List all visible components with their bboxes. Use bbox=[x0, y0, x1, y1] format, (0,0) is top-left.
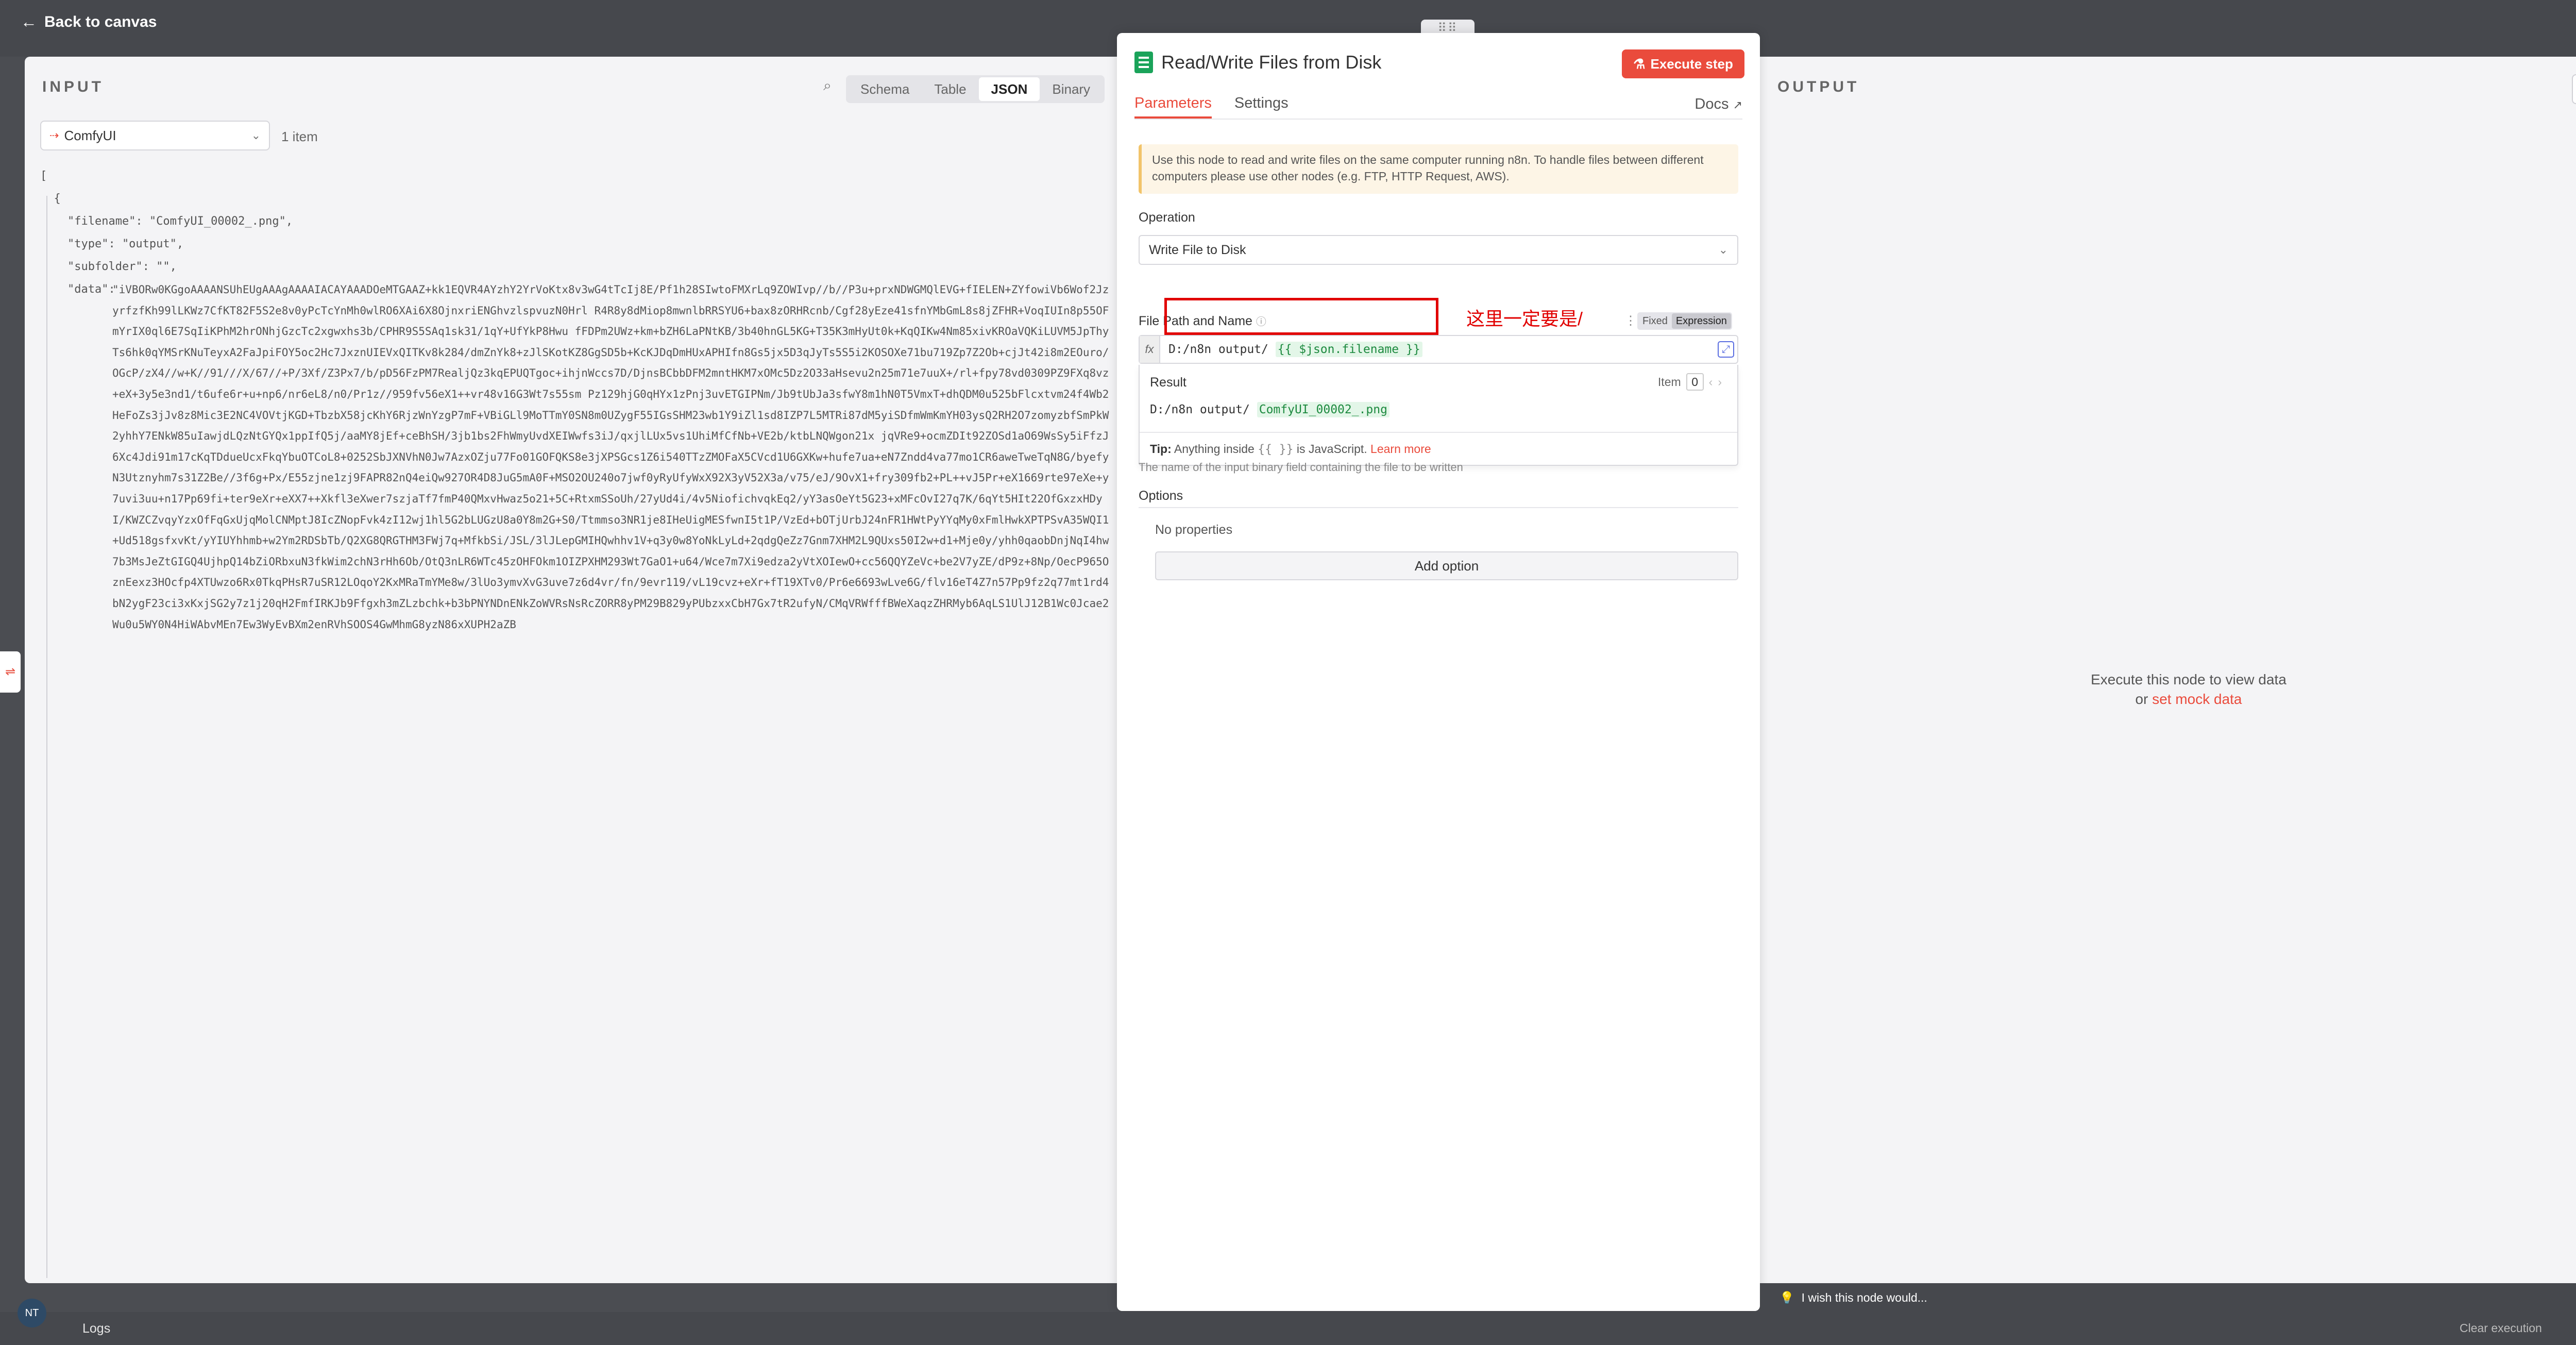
output-message: Execute this node to view data bbox=[2091, 671, 2286, 687]
tip-text-2: is JavaScript. bbox=[1293, 442, 1371, 456]
mode-fixed[interactable]: Fixed bbox=[1638, 313, 1672, 329]
operation-select[interactable]: Write File to Disk ⌄ bbox=[1139, 235, 1738, 265]
tab-json[interactable]: JSON bbox=[978, 77, 1040, 101]
modal-tabs: Parameters Settings bbox=[1134, 89, 1742, 120]
input-view-tabs: Schema Table JSON Binary bbox=[846, 75, 1105, 103]
mode-expression[interactable]: Expression bbox=[1671, 313, 1731, 329]
tip-bold: Tip: bbox=[1150, 442, 1172, 456]
output-panel-title: OUTPUT bbox=[1777, 78, 1860, 95]
fixed-expression-toggle[interactable]: Fixed Expression bbox=[1637, 312, 1732, 330]
base64-data-block: "iVBORw0KGgoAAAANSUhEUgAAAgAAAAIACAYAAAD… bbox=[112, 279, 1112, 1283]
chevron-down-icon: ⌄ bbox=[1718, 243, 1728, 256]
avatar[interactable]: NT bbox=[18, 1299, 46, 1327]
node-select-value: ComfyUI bbox=[64, 127, 116, 143]
no-properties-text: No properties bbox=[1155, 523, 1233, 537]
json-tree-guide bbox=[46, 196, 47, 1278]
json-viewer: [ { "filename": "ComfyUI_00002_.png", "t… bbox=[40, 165, 1112, 1283]
result-filename: ComfyUI_00002_.png bbox=[1257, 402, 1389, 417]
output-empty-state: Execute this node to view data or set mo… bbox=[1760, 670, 2576, 709]
file-disk-icon bbox=[1134, 52, 1153, 73]
options-label: Options bbox=[1139, 489, 1183, 503]
tab-binary[interactable]: Binary bbox=[1040, 77, 1103, 101]
lightbulb-icon: 💡 bbox=[1780, 1291, 1794, 1304]
path-prefix: D:/n8n output/ bbox=[1168, 343, 1276, 356]
docs-link[interactable]: Docs ↗ bbox=[1694, 90, 1742, 120]
annotation-text: 这里一定要是/ bbox=[1466, 308, 1583, 329]
execute-step-button[interactable]: ⚗ Execute step bbox=[1622, 49, 1744, 78]
operation-label: Operation bbox=[1139, 210, 1195, 225]
edit-output-button[interactable]: ✎ bbox=[2572, 74, 2576, 104]
json-line: "type": "output", bbox=[40, 238, 184, 250]
tip-text: Anything inside bbox=[1171, 442, 1258, 456]
back-label: Back to canvas bbox=[44, 13, 157, 30]
tip-row: Tip: Anything inside {{ }} is JavaScript… bbox=[1140, 432, 1737, 465]
result-label: Result bbox=[1150, 375, 1187, 390]
item-label: Item bbox=[1657, 375, 1681, 389]
node-modal: Read/Write Files from Disk ⚗ Execute ste… bbox=[1117, 33, 1760, 1311]
json-line: "filename": "ComfyUI_00002_.png", bbox=[40, 215, 293, 228]
result-prefix: D:/n8n output/ bbox=[1150, 403, 1257, 416]
learn-more-link[interactable]: Learn more bbox=[1370, 442, 1431, 456]
more-options-icon[interactable]: ⋮ bbox=[1624, 313, 1637, 328]
annotation-highlight-box bbox=[1164, 298, 1438, 335]
options-divider bbox=[1139, 507, 1738, 508]
flask-icon: ⚗ bbox=[1633, 56, 1646, 72]
node-connection-icon[interactable]: ⇌ bbox=[0, 651, 21, 693]
chevron-right-icon[interactable]: › bbox=[1718, 375, 1722, 389]
tip-code: {{ }} bbox=[1258, 443, 1294, 456]
expression-fx-icon: fx bbox=[1140, 336, 1160, 363]
execute-step-label: Execute step bbox=[1650, 56, 1733, 72]
set-mock-data-link[interactable]: set mock data bbox=[2152, 691, 2242, 707]
add-option-button[interactable]: Add option bbox=[1155, 551, 1738, 580]
logs-label[interactable]: Logs bbox=[82, 1321, 110, 1336]
path-expression: {{ $json.filename }} bbox=[1275, 342, 1422, 357]
expand-icon[interactable]: ⤢ bbox=[1718, 341, 1734, 358]
result-value: D:/n8n output/ ComfyUI_00002_.png bbox=[1150, 402, 1389, 417]
file-path-value[interactable]: D:/n8n output/ {{ $json.filename }} bbox=[1168, 336, 1422, 363]
output-or-label: or bbox=[2135, 691, 2153, 707]
tab-parameters[interactable]: Parameters bbox=[1134, 89, 1212, 119]
tab-table[interactable]: Table bbox=[922, 77, 978, 101]
input-node-select[interactable]: ⇢ ComfyUI ⌄ bbox=[40, 121, 270, 150]
chevron-down-icon: ⌄ bbox=[251, 129, 261, 142]
clear-execution-button[interactable]: Clear execution bbox=[2460, 1321, 2542, 1335]
back-to-canvas-link[interactable]: ← Back to canvas bbox=[21, 12, 157, 31]
logs-bar: Logs Clear execution bbox=[0, 1312, 2576, 1345]
base64-data-value: "iVBORw0KGgoAAAANSUhEUgAAAgAAAAIACAYAAAD… bbox=[112, 283, 1109, 631]
output-panel: OUTPUT ✎ Execute this node to view data … bbox=[1760, 57, 2576, 1283]
search-icon[interactable]: ⌕ bbox=[817, 77, 838, 98]
item-selector: Item 0 ‹ › bbox=[1658, 373, 1722, 391]
chevron-left-icon[interactable]: ‹ bbox=[1709, 375, 1713, 389]
docs-label: Docs bbox=[1694, 96, 1729, 112]
input-panel: INPUT ⌕ Schema Table JSON Binary ⇢ Comfy… bbox=[25, 57, 1117, 1283]
file-path-input[interactable]: fx D:/n8n output/ {{ $json.filename }} ⤢ bbox=[1139, 335, 1738, 364]
notice-box: Use this node to read and write files on… bbox=[1139, 144, 1738, 194]
item-count: 1 item bbox=[281, 129, 318, 144]
modal-header: Read/Write Files from Disk bbox=[1134, 52, 1381, 73]
item-index-input[interactable]: 0 bbox=[1686, 373, 1704, 391]
json-line: { bbox=[40, 192, 61, 205]
wish-text: I wish this node would... bbox=[1801, 1291, 1927, 1304]
binary-field-hint: The name of the input binary field conta… bbox=[1139, 461, 1463, 474]
node-link-icon: ⇢ bbox=[49, 129, 59, 142]
wish-bar[interactable]: 💡 I wish this node would... bbox=[1760, 1283, 2576, 1312]
json-line: [ bbox=[40, 170, 47, 182]
expression-result-box: Result Item 0 ‹ › D:/n8n output/ ComfyUI… bbox=[1139, 365, 1738, 466]
arrow-left-icon: ← bbox=[21, 12, 37, 31]
operation-value: Write File to Disk bbox=[1149, 243, 1246, 257]
tab-settings[interactable]: Settings bbox=[1234, 89, 1289, 119]
node-title[interactable]: Read/Write Files from Disk bbox=[1161, 52, 1381, 73]
tab-schema[interactable]: Schema bbox=[848, 77, 922, 101]
input-panel-title: INPUT bbox=[42, 78, 104, 95]
json-line: "subfolder": "", bbox=[40, 260, 177, 273]
external-link-icon: ↗ bbox=[1733, 98, 1742, 111]
